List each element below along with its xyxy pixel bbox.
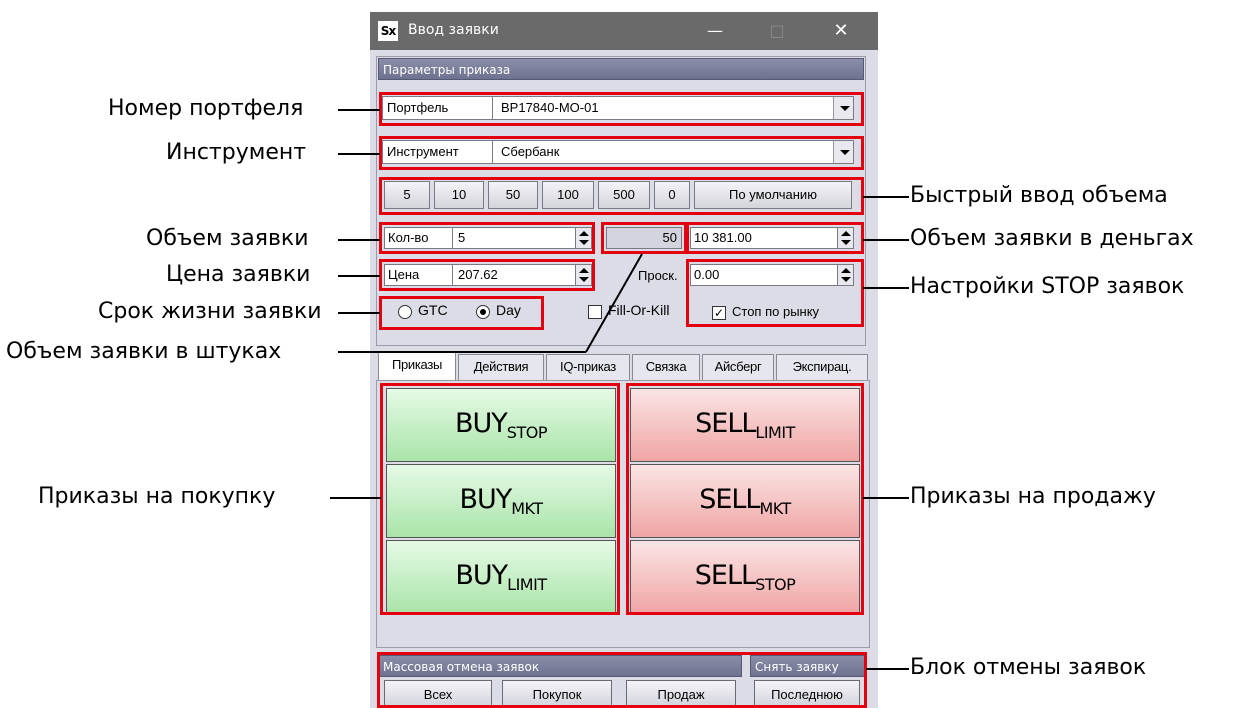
quantity-stepper[interactable]: Кол-во 5 (384, 227, 592, 249)
sell-limit-button[interactable]: SELLLIMIT (630, 388, 860, 462)
quick-volume-0-button[interactable]: 0 (654, 181, 690, 209)
spinner-icon[interactable] (575, 228, 591, 248)
cancel-buys-button[interactable]: Покупок (502, 680, 612, 708)
leader-line (863, 287, 909, 289)
leader-line (338, 109, 380, 111)
slippage-value: 0.00 (694, 267, 720, 282)
callout-buy-orders: Приказы на покупку (38, 484, 276, 509)
spinner-icon[interactable] (837, 228, 853, 248)
quick-volume-100-button[interactable]: 100 (542, 181, 594, 209)
chevron-down-icon[interactable] (833, 97, 853, 119)
cancel-all-button[interactable]: Всех (384, 680, 492, 708)
instrument-label: Инструмент (383, 141, 493, 163)
portfolio-label: Портфель (383, 97, 493, 119)
minimize-button[interactable]: — (700, 16, 730, 46)
leader-line (863, 239, 909, 241)
volume-money-value: 10 381.00 (694, 230, 752, 245)
chevron-down-icon[interactable] (833, 141, 853, 163)
callout-sell-orders: Приказы на продажу (910, 484, 1156, 509)
sell-stop-button[interactable]: SELLSTOP (630, 540, 860, 614)
title-bar: Sx Ввод заявки — □ ✕ (370, 12, 878, 50)
order-entry-window: Sx Ввод заявки — □ ✕ Параметры приказа П… (370, 12, 878, 708)
callout-stop-settings: Настройки STOP заявок (910, 274, 1185, 299)
app-logo-icon: Sx (378, 21, 398, 41)
quick-volume-10-button[interactable]: 10 (434, 181, 484, 209)
buy-limit-button[interactable]: BUYLIMIT (386, 540, 616, 614)
cancel-sells-button[interactable]: Продаж (626, 680, 736, 708)
quantity-label: Кол-во (385, 228, 453, 248)
tab-iceberg[interactable]: Айсберг (702, 354, 774, 380)
portfolio-combobox[interactable]: Портфель BP17840-MO-01 (382, 96, 854, 120)
spinner-icon[interactable] (837, 265, 853, 285)
leader-line (338, 239, 380, 241)
leader-line (866, 668, 909, 670)
instrument-combobox[interactable]: Инструмент Сбербанк (382, 140, 854, 164)
quantity-value: 5 (458, 230, 466, 245)
slippage-stepper[interactable]: 0.00 (690, 264, 854, 286)
sell-market-button[interactable]: SELLMKT (630, 464, 860, 538)
buy-market-button[interactable]: BUYMKT (386, 464, 616, 538)
leader-line (338, 153, 380, 155)
callout-order-volume: Объем заявки (146, 226, 309, 251)
quick-volume-500-button[interactable]: 500 (598, 181, 650, 209)
stop-market-label: Стоп по рынку (732, 304, 820, 319)
quick-volume-default-button[interactable]: По умолчанию (694, 181, 852, 209)
cancel-last-button[interactable]: Последнюю (754, 680, 860, 708)
quick-volume-50-button[interactable]: 50 (488, 181, 538, 209)
mass-cancel-header: Массовая отмена заявок (378, 655, 742, 677)
quick-volume-5-button[interactable]: 5 (384, 181, 430, 209)
callout-volume-in-money: Объем заявки в деньгах (910, 226, 1194, 251)
leader-line (863, 196, 909, 198)
close-button[interactable]: ✕ (826, 16, 856, 46)
tab-expiration[interactable]: Экспирац. (776, 354, 868, 380)
portfolio-value: BP17840-MO-01 (501, 100, 599, 115)
buy-stop-button[interactable]: BUYSTOP (386, 388, 616, 462)
instrument-value: Сбербанк (501, 144, 560, 159)
cancel-order-header: Снять заявку (750, 655, 866, 677)
leader-line (863, 497, 909, 499)
callout-order-price: Цена заявки (166, 262, 311, 287)
callout-cancel-block: Блок отмены заявок (910, 655, 1147, 680)
leader-line-diagonal (338, 253, 643, 353)
callout-instrument: Инструмент (166, 140, 307, 165)
volume-shares-value: 50 (662, 230, 677, 245)
volume-money-stepper[interactable]: 10 381.00 (690, 227, 854, 249)
maximize-button[interactable]: □ (762, 16, 792, 46)
order-params-header: Параметры приказа (378, 58, 864, 80)
leader-line (330, 497, 381, 499)
stop-market-checkbox[interactable]: ✓ (712, 306, 726, 320)
callout-volume-in-shares: Объем заявки в штуках (6, 339, 282, 364)
quick-volume-bar: 5 10 50 100 500 0 По умолчанию (384, 181, 854, 209)
window-title: Ввод заявки (408, 22, 499, 38)
volume-shares-field: 50 (606, 227, 682, 249)
callout-order-lifetime: Срок жизни заявки (98, 299, 322, 324)
callout-quick-volume: Быстрый ввод объема (910, 183, 1168, 208)
callout-portfolio-number: Номер портфеля (108, 96, 304, 121)
